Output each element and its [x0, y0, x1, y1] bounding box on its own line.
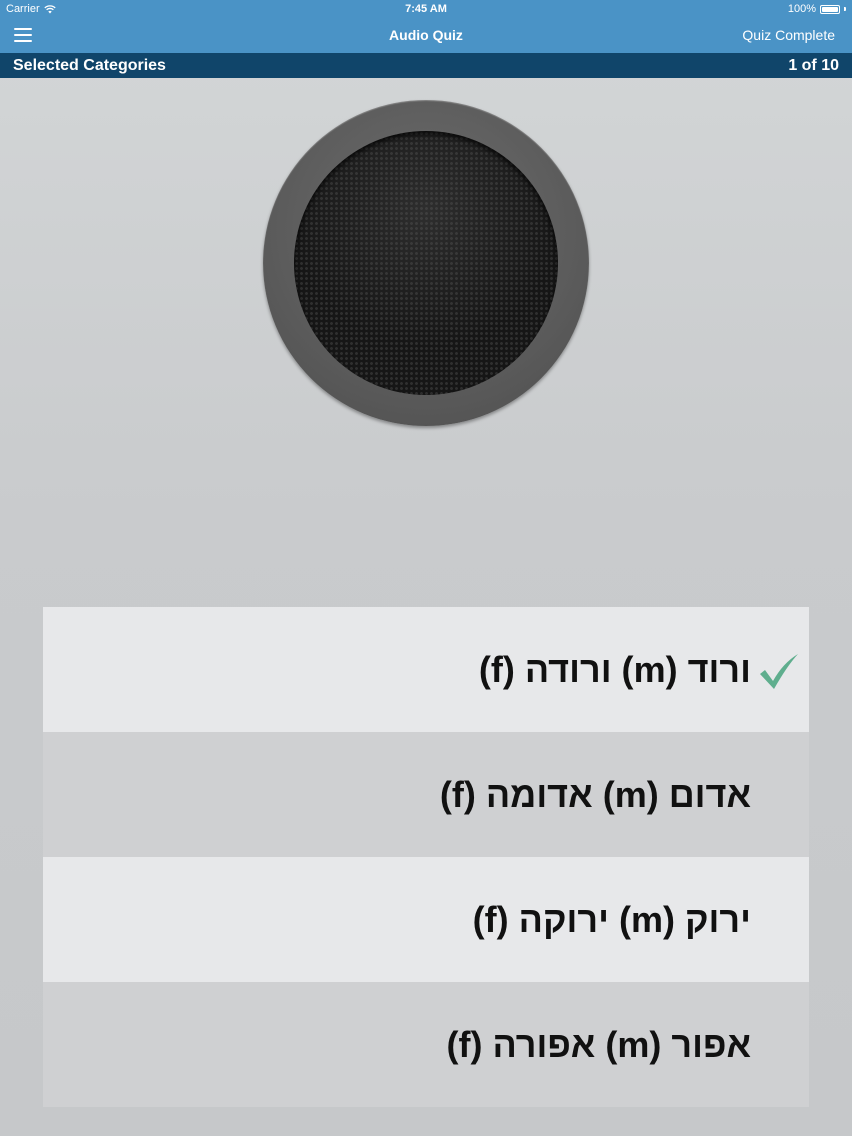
battery-fill: [822, 6, 838, 12]
answer-option-text: ורוד (m) ורודה (f): [478, 649, 751, 690]
quiz-complete-button[interactable]: Quiz Complete: [742, 18, 835, 53]
question-progress: 1 of 10: [788, 57, 839, 74]
answer-list: ורוד (m) ורודה (f) אדום (m) אדומה (f) יר…: [43, 607, 809, 1107]
answer-option[interactable]: ירוק (m) ירוקה (f): [43, 857, 809, 982]
speaker-play-button[interactable]: [263, 100, 589, 426]
battery-percent: 100%: [787, 3, 816, 15]
speaker-grille-icon: [294, 131, 558, 395]
battery-tip: [844, 7, 846, 11]
answer-option-text: אפור (m) אפורה (f): [446, 1024, 751, 1065]
status-time: 7:45 AM: [405, 3, 447, 15]
answer-option-text: ירוק (m) ירוקה (f): [472, 899, 751, 940]
answer-option[interactable]: אפור (m) אפורה (f): [43, 982, 809, 1107]
battery-icon: [820, 4, 840, 14]
status-right: 100%: [788, 0, 846, 18]
nav-bar: Audio Quiz Quiz Complete: [0, 18, 852, 53]
category-bar: Selected Categories 1 of 10: [0, 53, 852, 78]
selected-categories-label: Selected Categories: [13, 57, 166, 74]
page-title: Audio Quiz: [389, 27, 463, 43]
answer-option-text: אדום (m) אדומה (f): [439, 774, 751, 815]
answer-option[interactable]: אדום (m) אדומה (f): [43, 732, 809, 857]
answer-option[interactable]: ורוד (m) ורודה (f): [43, 607, 809, 732]
status-bar: Carrier 7:45 AM 100%: [0, 0, 852, 18]
checkmark-icon: [760, 654, 798, 689]
